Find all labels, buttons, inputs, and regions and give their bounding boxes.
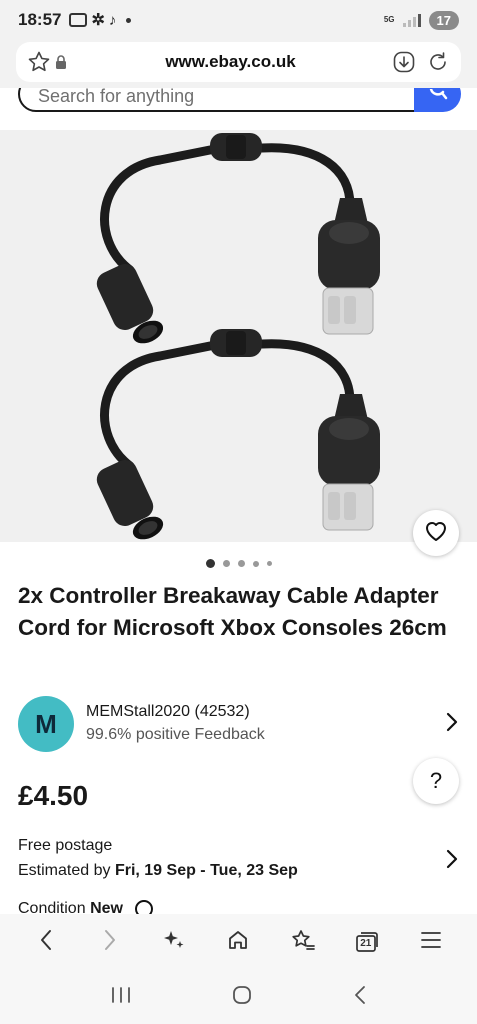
bookmarks-star-icon — [290, 928, 316, 957]
system-navigation-bar — [0, 970, 477, 1024]
network-type-indicator: 5G — [383, 15, 395, 24]
status-bar: 18:57 ✲ ♪ 5G 17 — [0, 0, 477, 40]
gallery-dot[interactable] — [237, 560, 245, 567]
home-button[interactable] — [218, 922, 258, 962]
seller-info-row[interactable]: M MEMStall2020 (42532) 99.6% positive Fe… — [18, 694, 459, 754]
delivery-estimate: Estimated by Fri, 19 Sep - Tue, 23 Sep — [18, 858, 459, 884]
product-image-gallery[interactable] — [0, 130, 477, 542]
settings-notification-icon: ✲ — [91, 12, 105, 29]
back-button[interactable] — [26, 922, 66, 962]
tabs-count: 21 — [360, 938, 372, 949]
back-system-icon[interactable] — [352, 984, 368, 1011]
chevron-right-icon — [445, 848, 459, 875]
heart-icon — [424, 520, 448, 547]
seller-avatar: M — [18, 696, 74, 752]
help-button[interactable]: ? — [413, 758, 459, 804]
bookmarks-button[interactable] — [283, 922, 323, 962]
recent-apps-icon[interactable] — [110, 985, 132, 1010]
condition-value: New — [90, 900, 123, 914]
product-image — [0, 133, 477, 542]
url-text[interactable]: www.ebay.co.uk — [70, 52, 391, 72]
tiktok-icon: ♪ — [108, 11, 117, 29]
gallery-dot[interactable] — [252, 560, 259, 567]
delivery-estimate-prefix: Estimated by — [18, 862, 115, 879]
gallery-dot[interactable] — [222, 560, 230, 567]
tabs-icon: 21 — [355, 931, 379, 953]
gallery-dot[interactable] — [266, 561, 272, 566]
gallery-pagination — [0, 559, 477, 568]
bookmark-star-icon[interactable] — [26, 49, 52, 75]
seller-feedback: 99.6% positive Feedback — [86, 726, 265, 743]
item-price: £4.50 — [18, 780, 89, 811]
search-bar: Search for anything — [0, 88, 477, 130]
battery-indicator: 17 — [428, 10, 459, 30]
menu-button[interactable] — [411, 922, 451, 962]
browser-bottom-toolbar: 21 — [0, 914, 477, 970]
notification-icons: ✲ ♪ — [69, 10, 132, 30]
signal-strength-icon — [402, 13, 421, 27]
status-time: 18:57 — [18, 10, 62, 29]
chevron-right-icon — [445, 711, 459, 738]
postage-cost: Free postage — [18, 837, 113, 854]
gallery-dot-active[interactable] — [205, 559, 215, 568]
seller-name: MEMStall2020 (42532) — [86, 703, 250, 720]
chevron-right-icon — [102, 928, 118, 957]
listing-title: 2x Controller Breakaway Cable Adapter Co… — [18, 583, 447, 640]
condition-row[interactable]: Condition New — [18, 900, 154, 914]
postage-row[interactable]: Free postage Estimated by Fri, 19 Sep - … — [18, 834, 459, 884]
add-to-watchlist-button[interactable] — [413, 510, 459, 556]
ai-assistant-button[interactable] — [154, 922, 194, 962]
forward-button[interactable] — [90, 922, 130, 962]
info-icon[interactable] — [135, 900, 154, 914]
sparkle-icon — [162, 928, 186, 957]
lock-icon — [52, 49, 70, 75]
condition-label: Condition — [18, 900, 86, 914]
screenshot-icon — [69, 13, 88, 27]
home-icon — [226, 928, 250, 957]
search-button[interactable] — [414, 88, 461, 112]
search-icon — [428, 88, 448, 106]
reload-icon[interactable] — [425, 49, 451, 75]
delivery-dates: Fri, 19 Sep - Tue, 23 Sep — [114, 862, 298, 879]
search-input[interactable]: Search for anything — [18, 88, 416, 112]
address-bar[interactable]: www.ebay.co.uk — [16, 42, 461, 82]
download-icon[interactable] — [391, 49, 417, 75]
hamburger-menu-icon — [420, 931, 442, 954]
browser-toolbar: www.ebay.co.uk — [0, 40, 477, 88]
more-notifications-icon — [126, 17, 132, 23]
home-system-icon[interactable] — [231, 984, 253, 1011]
chevron-left-icon — [38, 928, 54, 957]
tabs-button[interactable]: 21 — [347, 922, 387, 962]
